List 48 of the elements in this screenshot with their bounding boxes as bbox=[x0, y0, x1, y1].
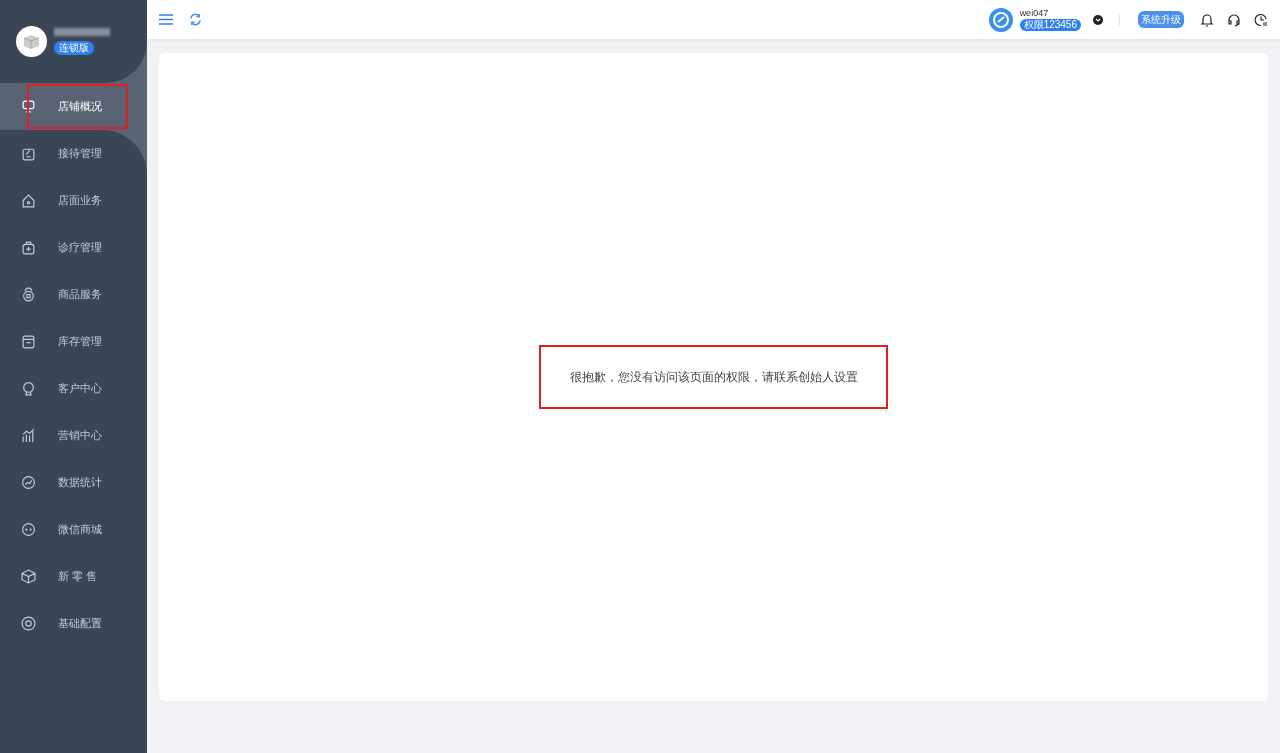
sidebar-label: 营销中心 bbox=[58, 428, 102, 444]
sidebar-item[interactable]: 基础配置 bbox=[0, 600, 147, 647]
sidebar-label: 店铺概况 bbox=[58, 99, 102, 115]
sidebar-label: 数据统计 bbox=[58, 475, 102, 491]
sidebar-label: 接待管理 bbox=[58, 146, 102, 162]
sidebar-item[interactable]: 微信商城 bbox=[0, 506, 147, 553]
sidebar-label: 诊疗管理 bbox=[58, 240, 102, 256]
menu-icon[interactable] bbox=[159, 14, 173, 25]
redacted-store-name bbox=[54, 28, 110, 36]
sidebar-label: 库存管理 bbox=[58, 334, 102, 350]
sidebar-label: 客户中心 bbox=[58, 381, 102, 397]
house-icon bbox=[21, 193, 36, 208]
sidebar-label: 商品服务 bbox=[58, 287, 102, 303]
clock-icon[interactable] bbox=[1254, 12, 1268, 27]
sidebar-item[interactable]: 新 零 售 bbox=[0, 553, 147, 600]
user-name: wei047 bbox=[1019, 8, 1050, 18]
sidebar-item[interactable]: 客户中心 bbox=[0, 365, 147, 412]
sidebar-label: 基础配置 bbox=[58, 616, 102, 632]
bell-icon[interactable] bbox=[1200, 12, 1214, 27]
dropdown-icon[interactable] bbox=[1093, 14, 1103, 25]
sidebar-item[interactable]: 店面业务 bbox=[0, 177, 147, 224]
person-icon bbox=[21, 381, 36, 396]
sidebar-item[interactable]: 库存管理 bbox=[0, 318, 147, 365]
permission-message: 很抱歉，您没有访问该页面的权限，请联系创始人设置 bbox=[569, 369, 858, 386]
bag-icon bbox=[21, 287, 36, 302]
chat-icon bbox=[21, 522, 36, 537]
sidebar-item[interactable]: 接待管理 bbox=[0, 130, 147, 177]
user-avatar-icon[interactable] bbox=[988, 7, 1013, 32]
sidebar-item[interactable]: 营销中心 bbox=[0, 412, 147, 459]
trend-icon bbox=[21, 475, 36, 490]
role-badge: 权限123456 bbox=[1019, 18, 1081, 31]
edition-badge: 连锁版 bbox=[54, 41, 94, 55]
sidebar-label: 新 零 售 bbox=[58, 569, 98, 585]
clipboard-icon bbox=[21, 146, 36, 161]
cube-icon bbox=[21, 569, 36, 584]
sidebar-label: 店面业务 bbox=[58, 193, 102, 209]
box-icon bbox=[21, 334, 36, 349]
target-icon bbox=[21, 616, 36, 631]
headset-icon[interactable] bbox=[1227, 12, 1241, 27]
monitor-icon bbox=[21, 99, 36, 114]
bars-icon bbox=[21, 428, 36, 443]
store-logo-icon bbox=[16, 26, 47, 57]
refresh-icon[interactable] bbox=[189, 13, 202, 26]
medkit-icon bbox=[21, 240, 36, 255]
sidebar-label: 微信商城 bbox=[58, 522, 102, 538]
sidebar-item[interactable]: 诊疗管理 bbox=[0, 224, 147, 271]
sidebar-item[interactable]: 商品服务 bbox=[0, 271, 147, 318]
sidebar-item[interactable]: 数据统计 bbox=[0, 459, 147, 506]
